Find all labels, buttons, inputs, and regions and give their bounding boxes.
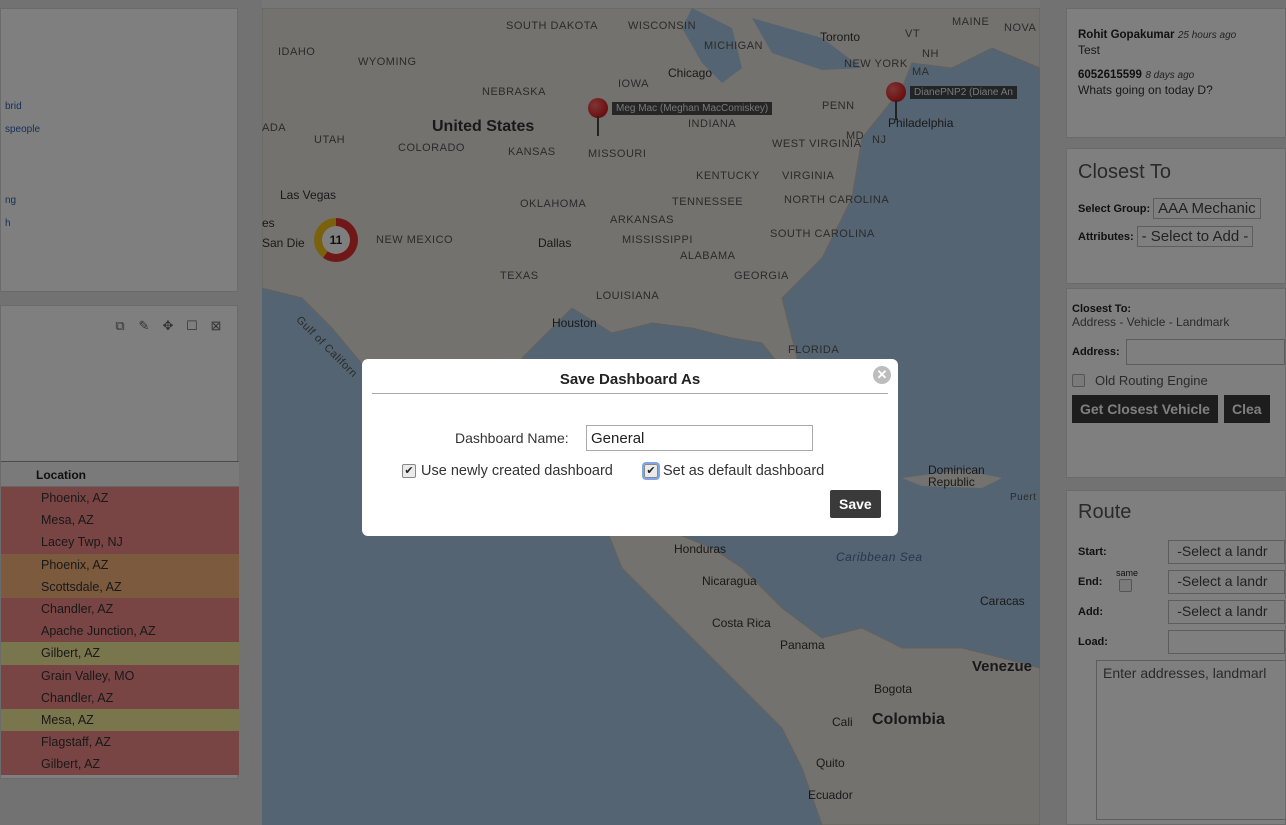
use-new-dashboard-label: Use newly created dashboard [421,463,613,479]
save-dashboard-dialog: Save Dashboard As ✕ Dashboard Name: ✔ Us… [362,359,898,536]
close-circle-icon[interactable]: ✕ [873,366,891,384]
dialog-divider [372,393,888,394]
set-default-checkbox[interactable]: ✔ [642,462,660,480]
dashboard-name-input[interactable] [586,425,813,451]
set-default-label: Set as default dashboard [663,463,825,479]
save-button[interactable]: Save [830,490,881,518]
set-default-option[interactable]: ✔ Set as default dashboard [642,462,825,480]
dialog-title: Save Dashboard As [559,371,701,388]
use-new-dashboard-option[interactable]: ✔ Use newly created dashboard [402,463,613,479]
use-new-dashboard-checkbox[interactable]: ✔ [402,464,416,478]
dashboard-name-label: Dashboard Name: [455,430,569,446]
